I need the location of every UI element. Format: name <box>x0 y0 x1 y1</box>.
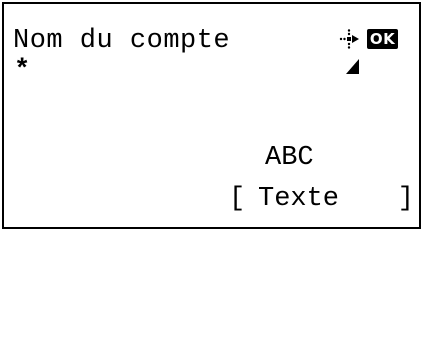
account-name-input[interactable]: * <box>14 58 30 85</box>
softkey-bracket-left: [ <box>229 184 246 214</box>
softkey-bracket-right: ] <box>397 184 414 214</box>
page-title: Nom du compte <box>13 26 231 56</box>
lcd-panel: Nom du compte * OK ABC [ Texte ] <box>2 2 421 229</box>
input-mode-label: ABC <box>265 143 314 173</box>
text-cursor-icon <box>346 59 359 74</box>
ok-key-icon: OK <box>367 29 398 49</box>
softkey-label: Texte <box>258 184 340 214</box>
text-softkey-button[interactable]: [ Texte ] <box>229 183 414 215</box>
four-way-nav-icon <box>339 29 359 49</box>
